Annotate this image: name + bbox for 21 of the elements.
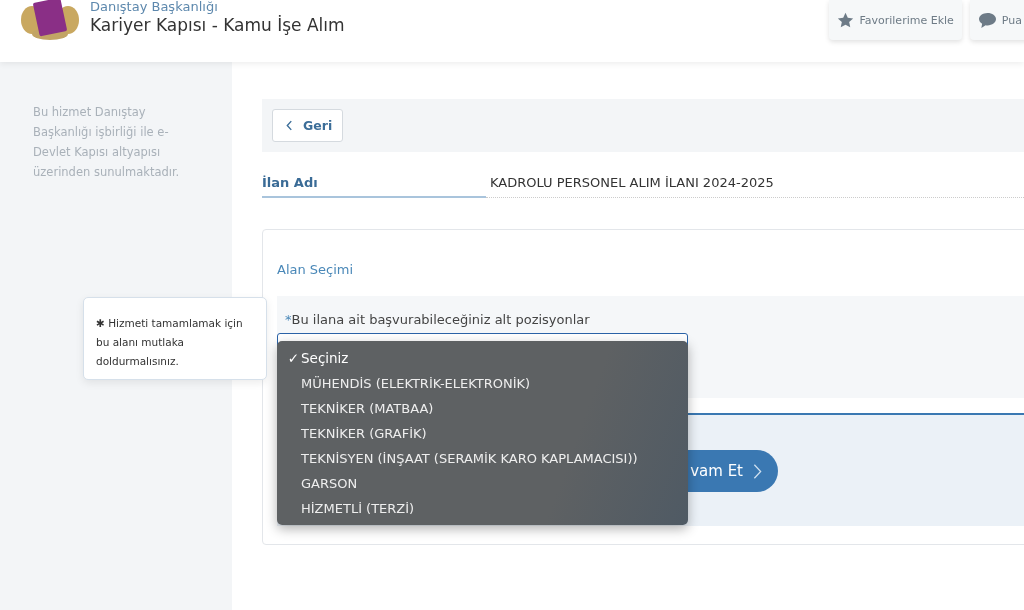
sidebar-text: Bu hizmet Danıştay Başkanlığı işbirliği ile e-Devlet Kapısı altyapısı üzerinden sunulmaktadır.: [33, 104, 181, 181]
listing-value: KADROLU PERSONEL ALIM İLANI 2024-2025: [486, 170, 1024, 198]
star-icon: [837, 11, 855, 29]
tooltip-text: ✱ Hizmeti tamamlamak için bu alanı mutlaka doldurmalısınız.: [96, 316, 244, 369]
dropdown-option[interactable]: HİZMETLİ (TERZİ): [277, 496, 688, 521]
chevron-right-icon: [753, 462, 762, 480]
dropdown-option[interactable]: TEKNİKER (MATBAA): [277, 396, 688, 421]
dropdown-option[interactable]: ✓Seçiniz: [277, 346, 688, 371]
header-action-button[interactable]: Favorilerime Ekle: [829, 0, 962, 40]
listing-label: İlan Adı: [262, 170, 486, 198]
page-title: Kariyer Kapısı - Kamu İşe Alım: [90, 15, 345, 35]
emblem-logo-icon: [20, 0, 80, 42]
field-label: *Bu ilana ait başvurabileceğiniz alt pozisyonlar: [285, 312, 591, 327]
chevron-left-icon: [286, 120, 293, 131]
dropdown-option[interactable]: TEKNİKER (GRAFİK): [277, 421, 688, 446]
header-action-button[interactable]: Pua: [969, 0, 1024, 40]
organization-name: Danıştay Başkanlığı: [90, 0, 219, 14]
section-title: Alan Seçimi: [277, 262, 355, 277]
back-button[interactable]: Geri: [272, 109, 344, 142]
dropdown-option[interactable]: MÜHENDİS (ELEKTRİK-ELEKTRONİK): [277, 371, 688, 396]
speech-bubble-icon: [977, 11, 997, 29]
